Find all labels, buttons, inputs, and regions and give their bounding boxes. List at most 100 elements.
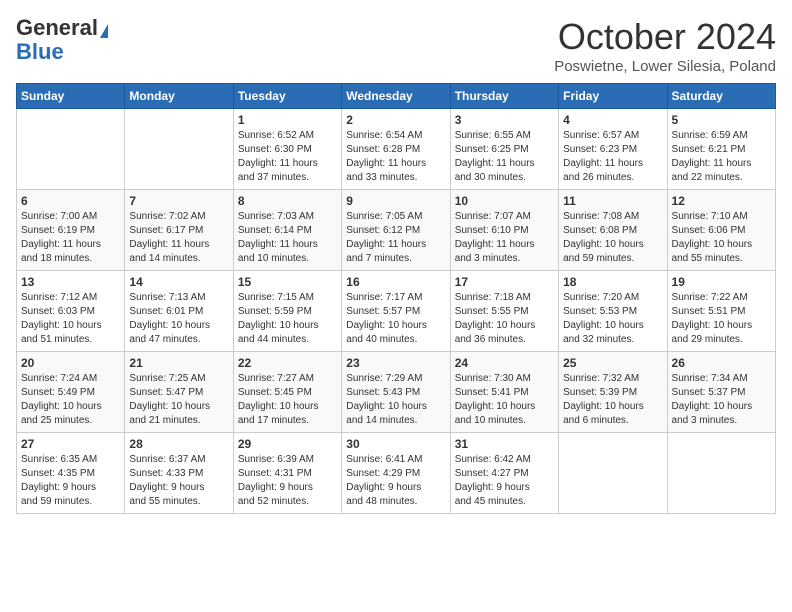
day-info: Sunrise: 7:15 AM Sunset: 5:59 PM Dayligh…	[238, 291, 337, 347]
day-number: 24	[455, 356, 554, 370]
calendar-cell: 27 Sunrise: 6:35 AM Sunset: 4:35 PM Dayli…	[17, 433, 125, 514]
day-number: 28	[129, 437, 228, 451]
day-number: 13	[21, 275, 120, 289]
calendar-cell: 21 Sunrise: 7:25 AM Sunset: 5:47 PM Dayli…	[125, 352, 233, 433]
day-number: 25	[563, 356, 662, 370]
day-info: Sunrise: 7:25 AM Sunset: 5:47 PM Dayligh…	[129, 372, 228, 428]
day-info: Sunrise: 6:59 AM Sunset: 6:21 PM Dayligh…	[672, 129, 771, 185]
day-info: Sunrise: 7:27 AM Sunset: 5:45 PM Dayligh…	[238, 372, 337, 428]
day-number: 15	[238, 275, 337, 289]
logo-icon	[100, 24, 108, 38]
weekday-header: Friday	[559, 84, 667, 109]
day-number: 31	[455, 437, 554, 451]
day-info: Sunrise: 6:41 AM Sunset: 4:29 PM Dayligh…	[346, 453, 445, 509]
day-number: 12	[672, 194, 771, 208]
calendar-cell: 26 Sunrise: 7:34 AM Sunset: 5:37 PM Dayli…	[667, 352, 775, 433]
day-number: 14	[129, 275, 228, 289]
day-info: Sunrise: 7:00 AM Sunset: 6:19 PM Dayligh…	[21, 210, 120, 266]
day-number: 30	[346, 437, 445, 451]
weekday-header-row: SundayMondayTuesdayWednesdayThursdayFrid…	[17, 84, 776, 109]
calendar-cell: 31 Sunrise: 6:42 AM Sunset: 4:27 PM Dayli…	[450, 433, 558, 514]
day-number: 29	[238, 437, 337, 451]
calendar-cell: 13 Sunrise: 7:12 AM Sunset: 6:03 PM Dayli…	[17, 271, 125, 352]
day-info: Sunrise: 6:42 AM Sunset: 4:27 PM Dayligh…	[455, 453, 554, 509]
day-info: Sunrise: 7:30 AM Sunset: 5:41 PM Dayligh…	[455, 372, 554, 428]
day-number: 22	[238, 356, 337, 370]
day-info: Sunrise: 7:20 AM Sunset: 5:53 PM Dayligh…	[563, 291, 662, 347]
calendar-cell: 11 Sunrise: 7:08 AM Sunset: 6:08 PM Dayli…	[559, 190, 667, 271]
day-info: Sunrise: 6:35 AM Sunset: 4:35 PM Dayligh…	[21, 453, 120, 509]
day-info: Sunrise: 6:55 AM Sunset: 6:25 PM Dayligh…	[455, 129, 554, 185]
weekday-header: Wednesday	[342, 84, 450, 109]
day-number: 5	[672, 113, 771, 127]
day-info: Sunrise: 6:39 AM Sunset: 4:31 PM Dayligh…	[238, 453, 337, 509]
header: General Blue October 2024 Poswietne, Low…	[16, 16, 776, 75]
day-number: 27	[21, 437, 120, 451]
calendar-cell	[125, 109, 233, 190]
calendar-cell: 3 Sunrise: 6:55 AM Sunset: 6:25 PM Daylig…	[450, 109, 558, 190]
day-number: 7	[129, 194, 228, 208]
logo-blue: Blue	[16, 40, 108, 64]
weekday-header: Tuesday	[233, 84, 341, 109]
location-title: Poswietne, Lower Silesia, Poland	[554, 58, 776, 75]
logo-general: General	[16, 15, 98, 40]
logo: General Blue	[16, 16, 108, 64]
calendar-week-row: 13 Sunrise: 7:12 AM Sunset: 6:03 PM Dayli…	[17, 271, 776, 352]
calendar-week-row: 6 Sunrise: 7:00 AM Sunset: 6:19 PM Daylig…	[17, 190, 776, 271]
calendar-cell	[667, 433, 775, 514]
calendar-cell: 14Sunrise: 7:13 AM Sunset: 6:01 PM Dayli…	[125, 271, 233, 352]
calendar-cell: 24 Sunrise: 7:30 AM Sunset: 5:41 PM Dayli…	[450, 352, 558, 433]
day-info: Sunrise: 7:02 AM Sunset: 6:17 PM Dayligh…	[129, 210, 228, 266]
day-number: 3	[455, 113, 554, 127]
calendar-cell: 12 Sunrise: 7:10 AM Sunset: 6:06 PM Dayli…	[667, 190, 775, 271]
day-info: Sunrise: 7:29 AM Sunset: 5:43 PM Dayligh…	[346, 372, 445, 428]
weekday-header: Monday	[125, 84, 233, 109]
day-number: 2	[346, 113, 445, 127]
day-info: Sunrise: 7:08 AM Sunset: 6:08 PM Dayligh…	[563, 210, 662, 266]
day-number: 6	[21, 194, 120, 208]
day-info: Sunrise: 6:37 AM Sunset: 4:33 PM Dayligh…	[129, 453, 228, 509]
calendar-cell: 28 Sunrise: 6:37 AM Sunset: 4:33 PM Dayli…	[125, 433, 233, 514]
calendar-cell: 29 Sunrise: 6:39 AM Sunset: 4:31 PM Dayli…	[233, 433, 341, 514]
calendar-week-row: 20Sunrise: 7:24 AM Sunset: 5:49 PM Dayli…	[17, 352, 776, 433]
day-number: 26	[672, 356, 771, 370]
calendar-cell: 1Sunrise: 6:52 AM Sunset: 6:30 PM Daylig…	[233, 109, 341, 190]
day-number: 9	[346, 194, 445, 208]
day-info: Sunrise: 7:34 AM Sunset: 5:37 PM Dayligh…	[672, 372, 771, 428]
weekday-header: Saturday	[667, 84, 775, 109]
day-info: Sunrise: 7:12 AM Sunset: 6:03 PM Dayligh…	[21, 291, 120, 347]
day-number: 18	[563, 275, 662, 289]
calendar-cell: 7 Sunrise: 7:02 AM Sunset: 6:17 PM Daylig…	[125, 190, 233, 271]
calendar-cell	[17, 109, 125, 190]
day-number: 8	[238, 194, 337, 208]
calendar-cell: 9 Sunrise: 7:05 AM Sunset: 6:12 PM Daylig…	[342, 190, 450, 271]
day-number: 10	[455, 194, 554, 208]
day-info: Sunrise: 7:32 AM Sunset: 5:39 PM Dayligh…	[563, 372, 662, 428]
calendar-cell: 17Sunrise: 7:18 AM Sunset: 5:55 PM Dayli…	[450, 271, 558, 352]
calendar-cell	[559, 433, 667, 514]
calendar-cell: 30 Sunrise: 6:41 AM Sunset: 4:29 PM Dayli…	[342, 433, 450, 514]
calendar-cell: 18 Sunrise: 7:20 AM Sunset: 5:53 PM Dayli…	[559, 271, 667, 352]
day-number: 19	[672, 275, 771, 289]
day-info: Sunrise: 7:05 AM Sunset: 6:12 PM Dayligh…	[346, 210, 445, 266]
calendar-cell: 25 Sunrise: 7:32 AM Sunset: 5:39 PM Dayli…	[559, 352, 667, 433]
day-number: 23	[346, 356, 445, 370]
calendar-cell: 6 Sunrise: 7:00 AM Sunset: 6:19 PM Daylig…	[17, 190, 125, 271]
day-info: Sunrise: 7:07 AM Sunset: 6:10 PM Dayligh…	[455, 210, 554, 266]
title-area: October 2024 Poswietne, Lower Silesia, P…	[554, 16, 776, 75]
calendar-week-row: 27 Sunrise: 6:35 AM Sunset: 4:35 PM Dayli…	[17, 433, 776, 514]
month-title: October 2024	[554, 16, 776, 58]
day-number: 11	[563, 194, 662, 208]
calendar-cell: 19Sunrise: 7:22 AM Sunset: 5:51 PM Dayli…	[667, 271, 775, 352]
day-number: 21	[129, 356, 228, 370]
day-info: Sunrise: 6:57 AM Sunset: 6:23 PM Dayligh…	[563, 129, 662, 185]
day-info: Sunrise: 7:10 AM Sunset: 6:06 PM Dayligh…	[672, 210, 771, 266]
day-number: 4	[563, 113, 662, 127]
day-number: 16	[346, 275, 445, 289]
calendar-cell: 20Sunrise: 7:24 AM Sunset: 5:49 PM Dayli…	[17, 352, 125, 433]
day-info: Sunrise: 7:24 AM Sunset: 5:49 PM Dayligh…	[21, 372, 120, 428]
day-info: Sunrise: 6:52 AM Sunset: 6:30 PM Dayligh…	[238, 129, 337, 185]
calendar-cell: 2Sunrise: 6:54 AM Sunset: 6:28 PM Daylig…	[342, 109, 450, 190]
calendar-cell: 10 Sunrise: 7:07 AM Sunset: 6:10 PM Dayli…	[450, 190, 558, 271]
weekday-header: Thursday	[450, 84, 558, 109]
